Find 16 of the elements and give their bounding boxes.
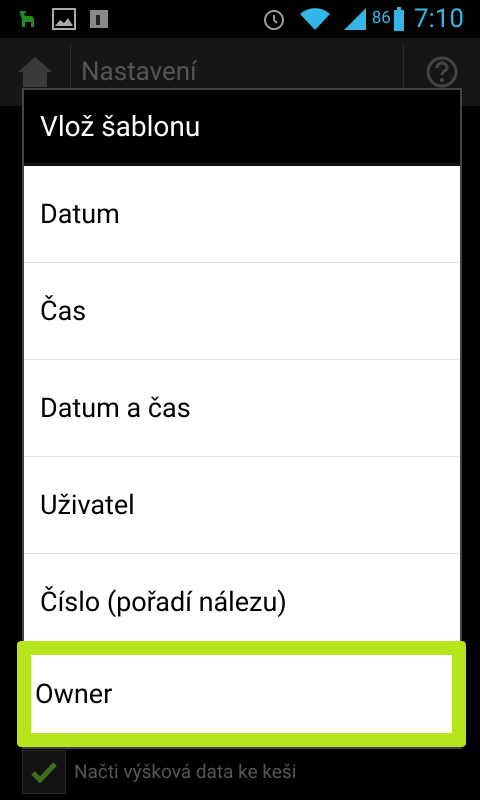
clock: 7:10 <box>414 2 464 36</box>
battery-icon <box>394 7 404 31</box>
screen-title: Nastavení <box>81 56 198 88</box>
battery-percent: 86 <box>372 7 391 30</box>
list-item[interactable]: Owner <box>17 641 466 747</box>
check-icon <box>31 761 57 783</box>
help-icon[interactable] <box>426 56 458 88</box>
dialog-title: Vlož šablonu <box>40 108 200 144</box>
home-icon[interactable] <box>18 57 52 87</box>
image-icon <box>52 8 76 30</box>
signal-icon <box>344 8 366 30</box>
alarm-icon <box>262 7 286 31</box>
wifi-icon <box>300 8 330 30</box>
checkbox[interactable] <box>22 750 66 794</box>
calendar-icon <box>90 10 108 28</box>
setting-label: Načti výšková data ke keši <box>74 758 296 785</box>
